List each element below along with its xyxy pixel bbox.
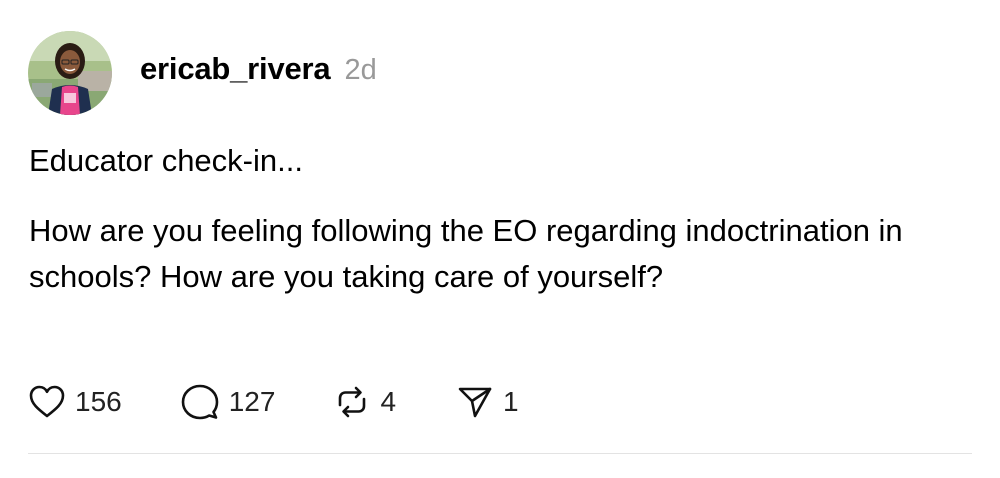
post-meta: ericab_rivera 2d <box>140 51 377 87</box>
post-body: Educator check-in... How are you feeling… <box>29 138 929 300</box>
avatar[interactable] <box>28 31 112 115</box>
repost-count: 4 <box>380 386 397 417</box>
like-count: 156 <box>75 386 122 417</box>
share-button[interactable]: 1 <box>456 384 519 420</box>
reply-button[interactable]: 127 <box>180 383 276 421</box>
username[interactable]: ericab_rivera <box>140 51 331 87</box>
thread-post: ericab_rivera 2d Educator check-in... Ho… <box>0 0 1000 478</box>
post-text-line-2: How are you feeling following the EO reg… <box>29 213 903 294</box>
like-button[interactable]: 156 <box>28 384 122 420</box>
repost-button[interactable]: 4 <box>333 384 396 420</box>
avatar-image <box>28 31 112 115</box>
send-paper-plane-icon <box>458 387 492 418</box>
post-text-line-1: Educator check-in... <box>29 143 303 178</box>
comment-bubble-icon <box>181 384 219 420</box>
repost-arrows-icon <box>339 386 366 418</box>
post-timestamp: 2d <box>344 54 377 86</box>
heart-icon <box>29 385 65 418</box>
share-count: 1 <box>503 386 519 417</box>
reply-count: 127 <box>228 386 276 417</box>
post-actions: 156 127 4 1 <box>28 380 519 424</box>
post-header: ericab_rivera 2d <box>28 30 377 116</box>
divider <box>28 453 972 454</box>
